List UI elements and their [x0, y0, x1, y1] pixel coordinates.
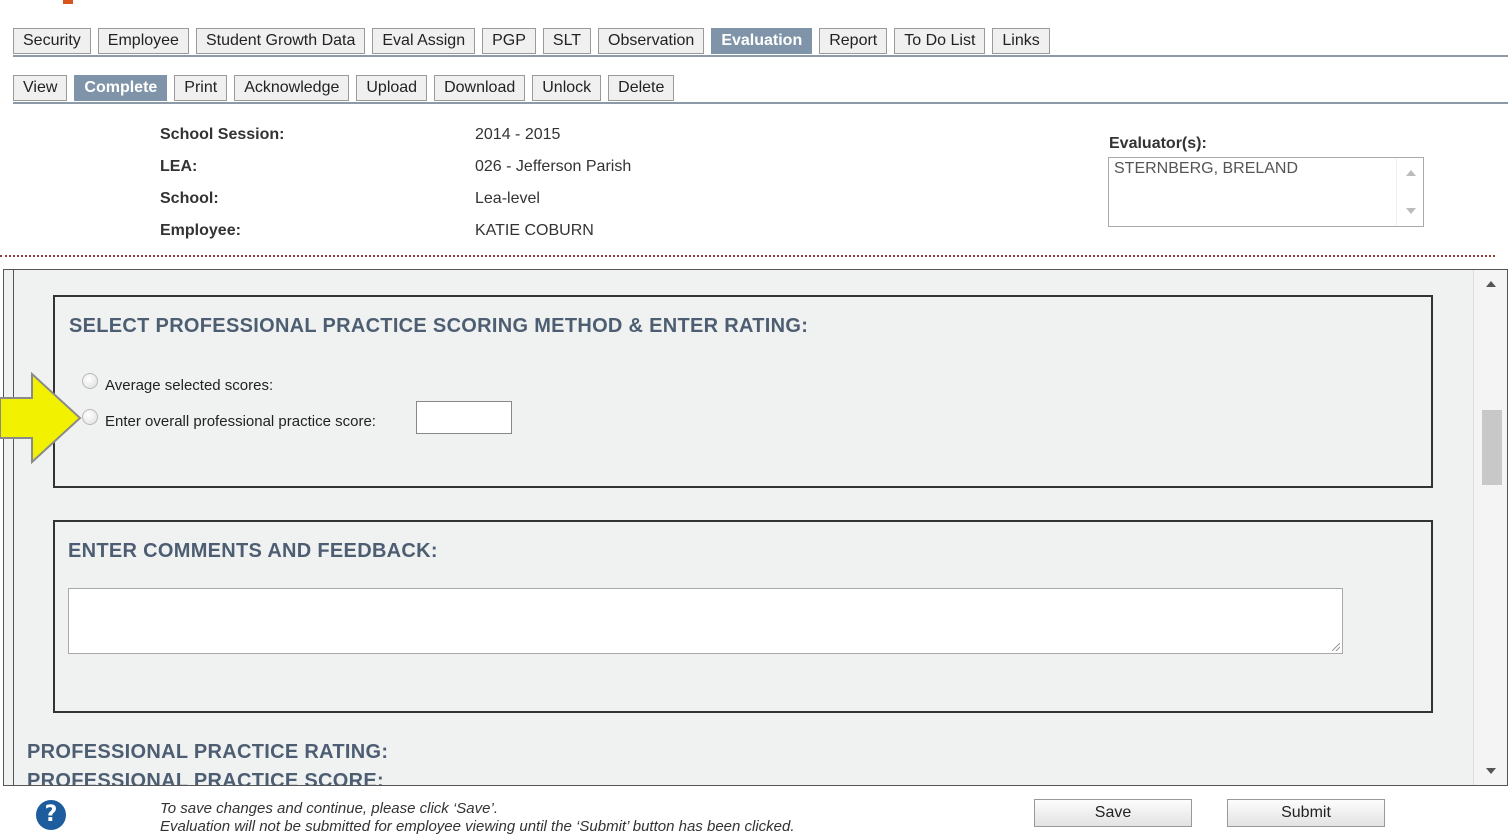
tab-report[interactable]: Report [819, 28, 888, 54]
tab-pgp[interactable]: PGP [482, 28, 536, 54]
employee-label: Employee: [160, 222, 241, 239]
form-scrollbar[interactable] [1473, 270, 1507, 785]
tab-eval-assign[interactable]: Eval Assign [372, 28, 476, 54]
frame-inner-border [13, 270, 14, 785]
average-scores-radio[interactable] [82, 373, 98, 389]
comments-textarea[interactable] [68, 588, 1343, 654]
subtab-complete[interactable]: Complete [74, 75, 168, 101]
scoring-method-panel: SELECT PROFESSIONAL PRACTICE SCORING MET… [53, 295, 1433, 488]
average-scores-label: Average selected scores: [105, 377, 274, 394]
section-divider [0, 255, 1495, 257]
resize-grip-icon[interactable] [1332, 643, 1340, 651]
comments-title: ENTER COMMENTS AND FEEDBACK: [68, 540, 438, 562]
submit-button[interactable]: Submit [1227, 799, 1385, 827]
save-button[interactable]: Save [1034, 799, 1192, 827]
subtab-acknowledge[interactable]: Acknowledge [234, 75, 350, 101]
scroll-up-icon[interactable] [1486, 281, 1496, 287]
session-label: School Session: [160, 126, 285, 143]
sub-tab-bar: View Complete Print Acknowledge Upload D… [13, 75, 675, 101]
tab-evaluation[interactable]: Evaluation [711, 28, 813, 54]
tab-employee[interactable]: Employee [97, 28, 189, 54]
yellow-arrow-icon [0, 372, 82, 464]
overall-score-input[interactable] [416, 401, 512, 434]
evaluators-label: Evaluator(s): [1109, 135, 1207, 152]
main-tab-divider [13, 55, 1508, 57]
school-label: School: [160, 190, 219, 207]
school-value: Lea-level [475, 190, 540, 207]
scroll-thumb[interactable] [1482, 410, 1502, 485]
corner-accent [63, 0, 73, 4]
practice-score-title: PROFESSIONAL PRACTICE SCORE: [27, 770, 384, 786]
evaluators-listbox[interactable]: STERNBERG, BRELAND [1108, 157, 1424, 227]
lea-value: 026 - Jefferson Parish [475, 158, 632, 175]
subtab-upload[interactable]: Upload [356, 75, 428, 101]
subtab-view[interactable]: View [13, 75, 68, 101]
tab-student-growth-data[interactable]: Student Growth Data [195, 28, 366, 54]
tab-to-do-list[interactable]: To Do List [894, 28, 986, 54]
subtab-unlock[interactable]: Unlock [532, 75, 602, 101]
tab-slt[interactable]: SLT [542, 28, 592, 54]
employee-value: KATIE COBURN [475, 222, 594, 239]
evaluation-form-frame: SELECT PROFESSIONAL PRACTICE SCORING MET… [3, 269, 1508, 786]
scroll-down-icon[interactable] [1486, 768, 1496, 774]
help-icon[interactable]: ? [36, 800, 66, 830]
practice-rating-title: PROFESSIONAL PRACTICE RATING: [27, 741, 389, 763]
scroll-down-icon[interactable] [1406, 208, 1416, 214]
tab-links[interactable]: Links [992, 28, 1050, 54]
session-value: 2014 - 2015 [475, 126, 561, 143]
main-tab-bar: Security Employee Student Growth Data Ev… [13, 28, 1050, 54]
scroll-up-icon[interactable] [1406, 170, 1416, 176]
lea-label: LEA: [160, 158, 198, 175]
submit-instructions: Evaluation will not be submitted for emp… [160, 818, 795, 835]
comments-panel: ENTER COMMENTS AND FEEDBACK: [53, 520, 1433, 713]
overall-score-radio[interactable] [82, 409, 98, 425]
save-instructions: To save changes and continue, please cli… [160, 800, 498, 817]
sub-tab-divider [13, 102, 1508, 104]
subtab-delete[interactable]: Delete [608, 75, 675, 101]
subtab-download[interactable]: Download [434, 75, 526, 101]
tab-security[interactable]: Security [13, 28, 91, 54]
evaluator-item[interactable]: STERNBERG, BRELAND [1114, 160, 1298, 178]
subtab-print[interactable]: Print [174, 75, 228, 101]
evaluators-scrollbar[interactable] [1396, 158, 1423, 226]
scoring-method-title: SELECT PROFESSIONAL PRACTICE SCORING MET… [69, 315, 809, 337]
overall-score-label: Enter overall professional practice scor… [105, 413, 376, 430]
tab-observation[interactable]: Observation [598, 28, 705, 54]
